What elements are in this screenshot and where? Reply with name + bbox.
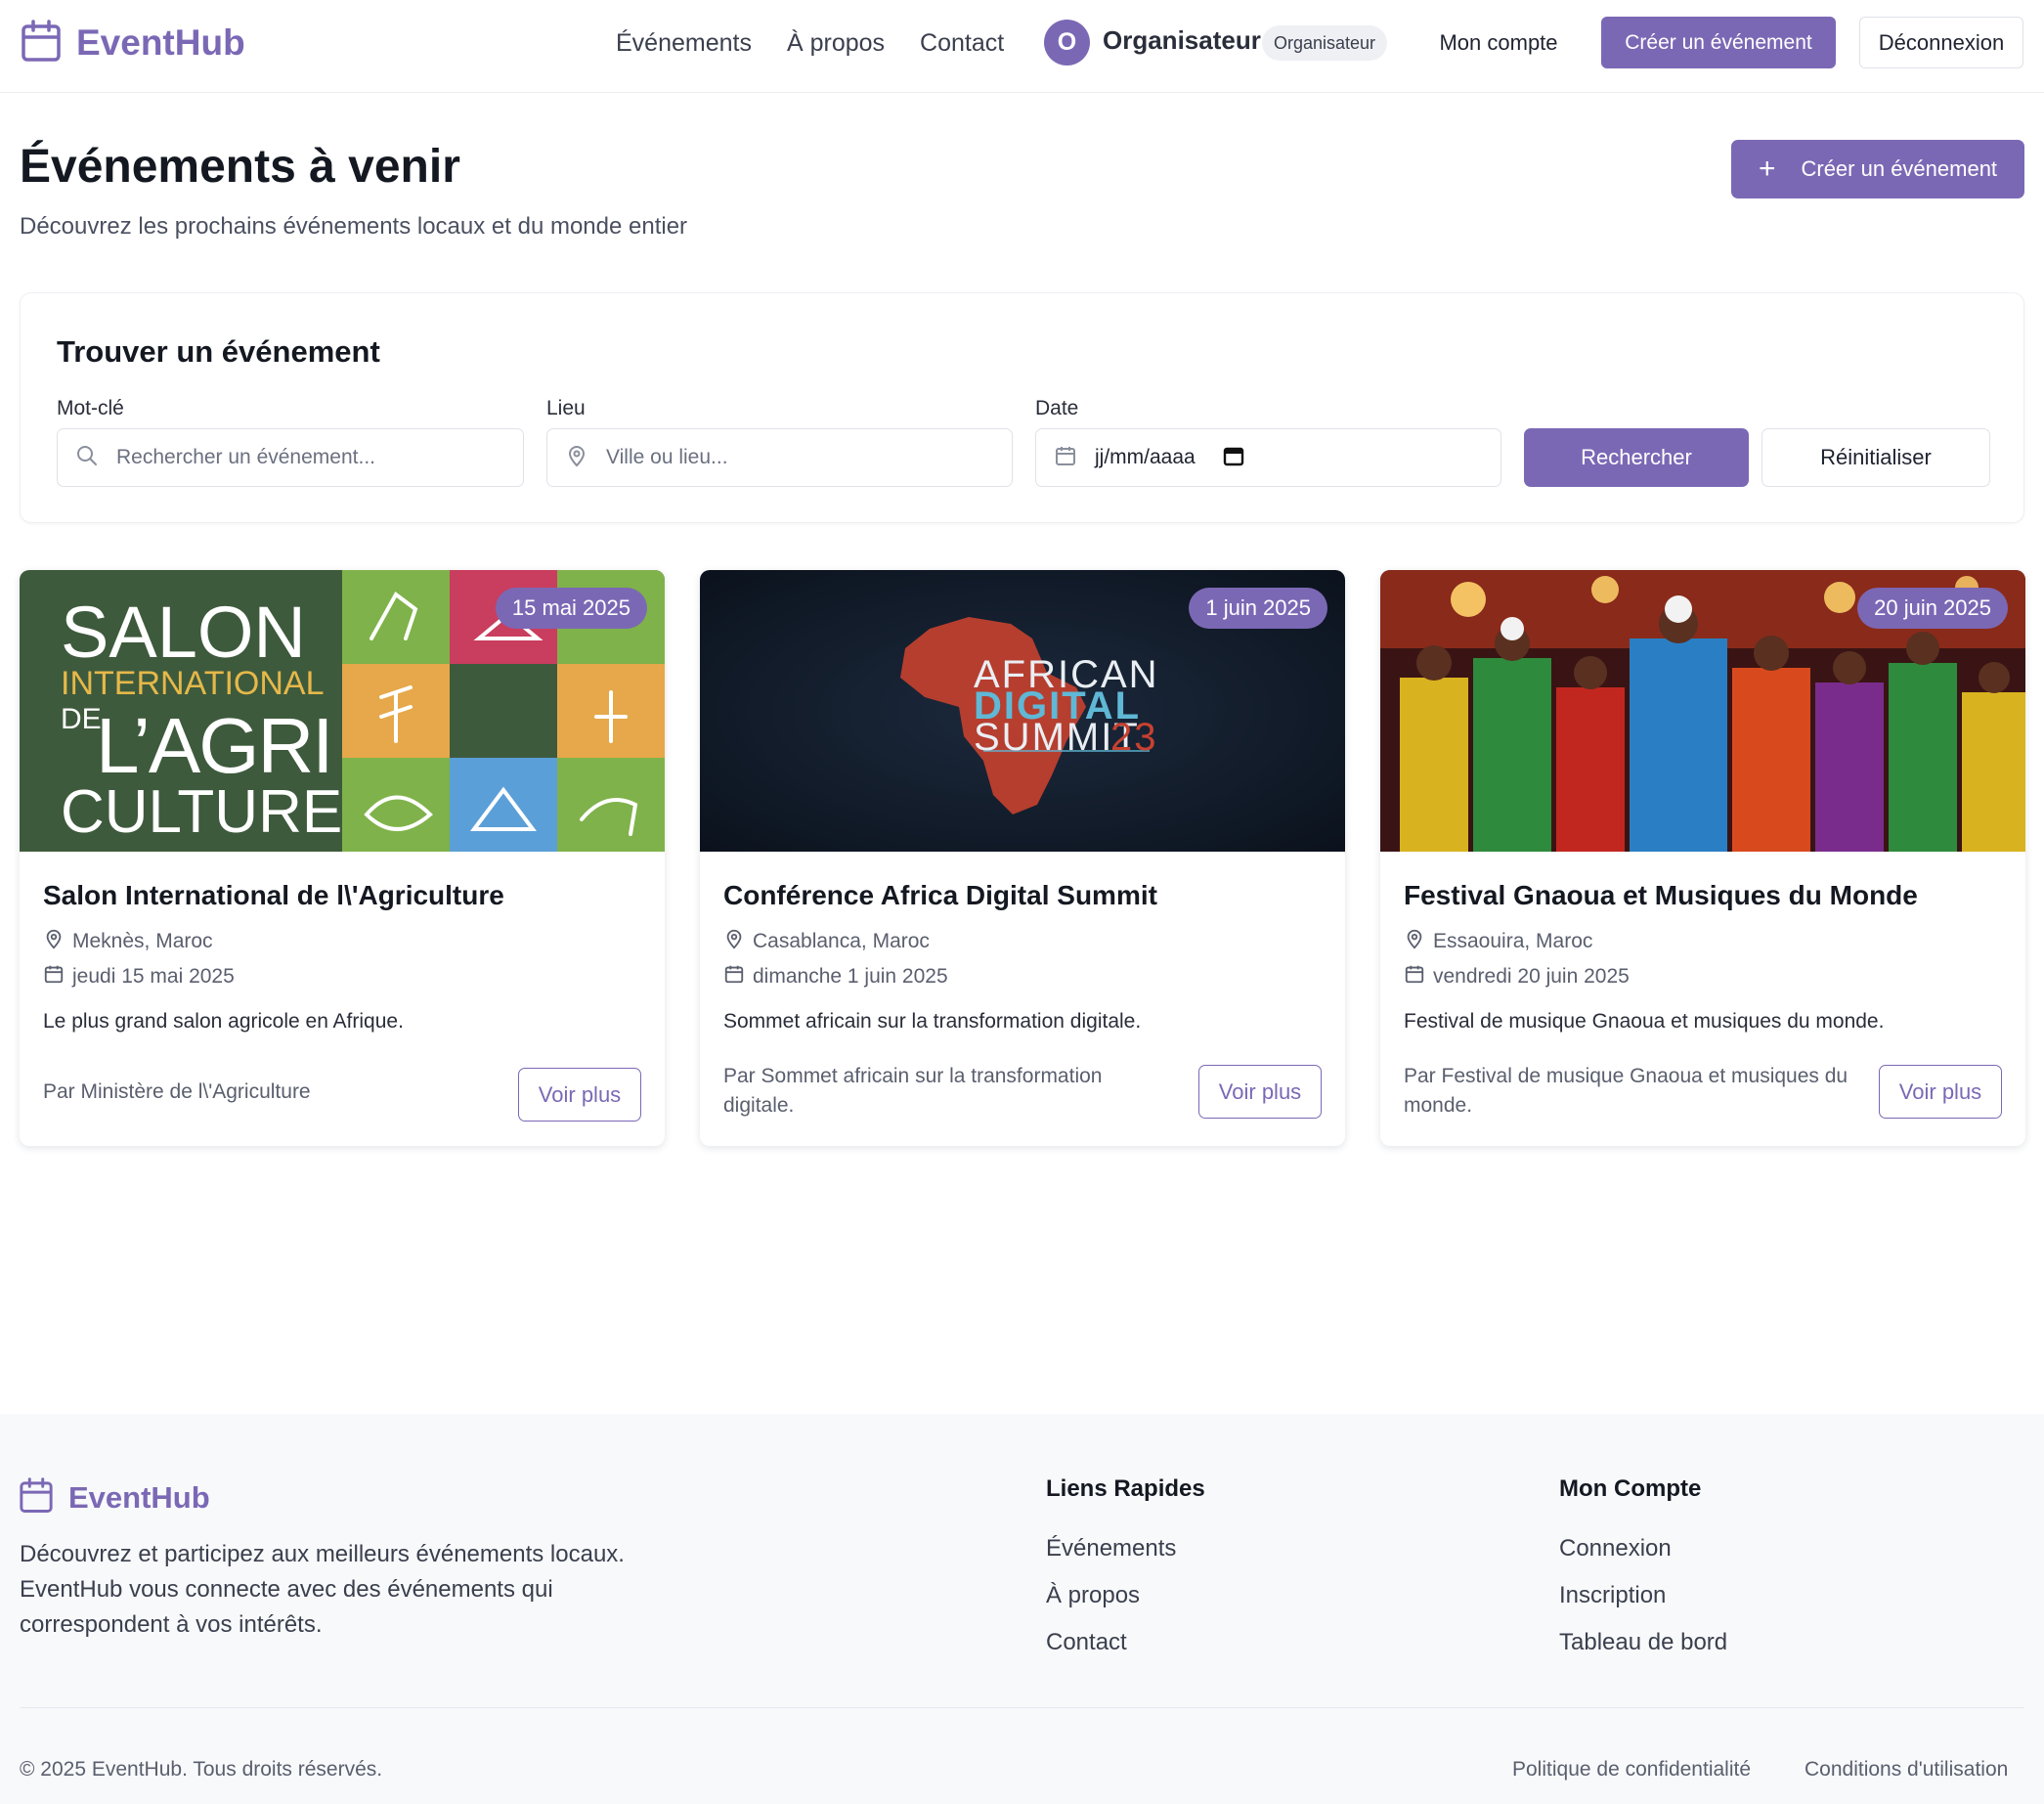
event-date-text: jeudi 15 mai 2025 bbox=[72, 965, 235, 988]
calendar-icon bbox=[723, 963, 745, 990]
calendar-icon bbox=[1054, 444, 1077, 472]
event-organizer: Par Sommet africain sur la transformatio… bbox=[723, 1065, 1103, 1117]
main-nav: Événements À propos Contact bbox=[616, 23, 1039, 63]
footer: EventHub Découvrez et participez aux mei… bbox=[0, 1414, 2044, 1804]
map-pin-icon bbox=[1404, 928, 1425, 955]
event-date-text: dimanche 1 juin 2025 bbox=[753, 965, 948, 988]
date-label: Date bbox=[1035, 397, 1079, 419]
role-badge: Organisateur bbox=[1262, 25, 1388, 61]
search-icon bbox=[75, 444, 99, 472]
date-badge: 20 juin 2025 bbox=[1857, 588, 2008, 629]
search-panel: Trouver un événement Mot-clé Rechercher … bbox=[20, 292, 2024, 523]
plus-icon: + bbox=[1758, 153, 1776, 185]
image-text-line3b: L’AGRI bbox=[96, 702, 331, 789]
calendar-icon bbox=[22, 19, 61, 67]
calendar-icon bbox=[43, 963, 65, 990]
brand-logo[interactable]: EventHub bbox=[22, 19, 245, 67]
create-event-button[interactable]: + Créer un événement bbox=[1731, 140, 2024, 198]
event-date: vendredi 20 juin 2025 bbox=[1404, 963, 1630, 990]
event-location-text: Essaouira, Maroc bbox=[1433, 930, 1593, 952]
map-pin-icon bbox=[723, 928, 745, 955]
see-more-button[interactable]: Voir plus bbox=[518, 1068, 641, 1122]
calendar-icon bbox=[1404, 963, 1425, 990]
nav-events[interactable]: Événements bbox=[616, 29, 752, 58]
event-description: Sommet africain sur la transformation di… bbox=[723, 1010, 1142, 1033]
copyright: © 2025 EventHub. Tous droits réservés. bbox=[20, 1758, 383, 1781]
date-input[interactable]: jj/mm/aaaa bbox=[1035, 428, 1501, 487]
calendar-icon bbox=[20, 1477, 53, 1518]
user-avatar[interactable]: O bbox=[1044, 20, 1090, 66]
quick-links-title: Liens Rapides bbox=[1046, 1475, 1205, 1502]
nav-contact[interactable]: Contact bbox=[920, 29, 1004, 58]
keyword-label: Mot-clé bbox=[57, 397, 124, 419]
location-label: Lieu bbox=[546, 397, 586, 419]
user-name: Organisateur bbox=[1103, 25, 1261, 55]
event-description: Le plus grand salon agricole en Afrique. bbox=[43, 1010, 404, 1033]
date-badge: 1 juin 2025 bbox=[1189, 588, 1327, 629]
date-value: jj/mm/aaaa bbox=[1095, 446, 1196, 468]
search-title: Trouver un événement bbox=[57, 334, 380, 369]
event-organizer: Par Festival de musique Gnaoua et musiqu… bbox=[1404, 1065, 1848, 1117]
logout-button[interactable]: Déconnexion bbox=[1859, 17, 2023, 68]
top-navbar: EventHub Événements À propos Contact O O… bbox=[0, 0, 2044, 93]
nav-about[interactable]: À propos bbox=[787, 29, 885, 58]
see-more-button[interactable]: Voir plus bbox=[1879, 1065, 2002, 1119]
event-location-text: Casablanca, Maroc bbox=[753, 930, 930, 952]
event-card[interactable]: AFRICAN DIGITAL SUMMIT 23 1 juin 2025 Co… bbox=[700, 570, 1345, 1146]
event-image-agriculture: SALON INTERNATIONAL DE L’AGRI CULTURE 15… bbox=[20, 570, 665, 852]
map-pin-icon bbox=[43, 928, 65, 955]
image-text-line2: INTERNATIONAL bbox=[61, 665, 325, 702]
event-card[interactable]: 20 juin 2025 Festival Gnaoua et Musiques… bbox=[1380, 570, 2025, 1146]
location-input[interactable]: Ville ou lieu... bbox=[546, 428, 1013, 487]
event-title[interactable]: Conférence Africa Digital Summit bbox=[723, 880, 1157, 911]
footer-link-register[interactable]: Inscription bbox=[1559, 1582, 1666, 1609]
image-text-line4: CULTURE bbox=[61, 778, 342, 846]
keyword-input[interactable]: Rechercher un événement... bbox=[57, 428, 524, 487]
create-event-label: Créer un événement bbox=[1801, 156, 1998, 181]
footer-link-about[interactable]: À propos bbox=[1046, 1582, 1140, 1609]
footer-link-dashboard[interactable]: Tableau de bord bbox=[1559, 1629, 1727, 1656]
search-button[interactable]: Rechercher bbox=[1524, 428, 1749, 487]
date-badge: 15 mai 2025 bbox=[495, 588, 647, 629]
event-description: Festival de musique Gnaoua et musiques d… bbox=[1404, 1010, 1885, 1033]
event-title[interactable]: Festival Gnaoua et Musiques du Monde bbox=[1404, 880, 1918, 911]
see-more-button[interactable]: Voir plus bbox=[1198, 1065, 1322, 1119]
terms-link[interactable]: Conditions d'utilisation bbox=[1805, 1758, 2008, 1782]
event-date-text: vendredi 20 juin 2025 bbox=[1433, 965, 1630, 988]
page-title: Événements à venir bbox=[20, 141, 460, 193]
footer-brand-name: EventHub bbox=[68, 1480, 210, 1515]
footer-divider bbox=[20, 1707, 2024, 1708]
event-location: Meknès, Maroc bbox=[43, 928, 213, 955]
event-location: Essaouira, Maroc bbox=[1404, 928, 1592, 955]
footer-link-login[interactable]: Connexion bbox=[1559, 1535, 1672, 1562]
event-date: dimanche 1 juin 2025 bbox=[723, 963, 948, 990]
image-text-line3b: 23 bbox=[1110, 716, 1158, 759]
event-card[interactable]: SALON INTERNATIONAL DE L’AGRI CULTURE 15… bbox=[20, 570, 665, 1146]
account-links-title: Mon Compte bbox=[1559, 1475, 1702, 1502]
date-picker-icon[interactable] bbox=[1223, 445, 1244, 471]
event-title[interactable]: Salon International de l\'Agriculture bbox=[43, 880, 504, 911]
map-pin-icon bbox=[565, 444, 588, 472]
privacy-link[interactable]: Politique de confidentialité bbox=[1512, 1758, 1751, 1782]
location-placeholder: Ville ou lieu... bbox=[606, 446, 728, 468]
footer-link-contact[interactable]: Contact bbox=[1046, 1629, 1127, 1656]
image-text-line1: SALON bbox=[61, 592, 306, 673]
footer-link-events[interactable]: Événements bbox=[1046, 1535, 1176, 1562]
footer-about: Découvrez et participez aux meilleurs év… bbox=[20, 1541, 625, 1638]
event-location: Casablanca, Maroc bbox=[723, 928, 930, 955]
page-subtitle: Découvrez les prochains événements locau… bbox=[20, 213, 688, 240]
footer-brand[interactable]: EventHub bbox=[20, 1477, 210, 1518]
event-image-gnaoua-festival: 20 juin 2025 bbox=[1380, 570, 2025, 852]
reset-button[interactable]: Réinitialiser bbox=[1761, 428, 1990, 487]
event-date: jeudi 15 mai 2025 bbox=[43, 963, 235, 990]
event-location-text: Meknès, Maroc bbox=[72, 930, 213, 952]
keyword-placeholder: Rechercher un événement... bbox=[116, 446, 375, 468]
my-account-button[interactable]: Mon compte bbox=[1423, 17, 1574, 68]
event-image-digital-summit: AFRICAN DIGITAL SUMMIT 23 1 juin 2025 bbox=[700, 570, 1345, 852]
create-event-header-button[interactable]: Créer un événement bbox=[1601, 17, 1836, 68]
brand-name: EventHub bbox=[76, 22, 245, 63]
event-organizer: Par Ministère de l\'Agriculture bbox=[43, 1080, 311, 1103]
